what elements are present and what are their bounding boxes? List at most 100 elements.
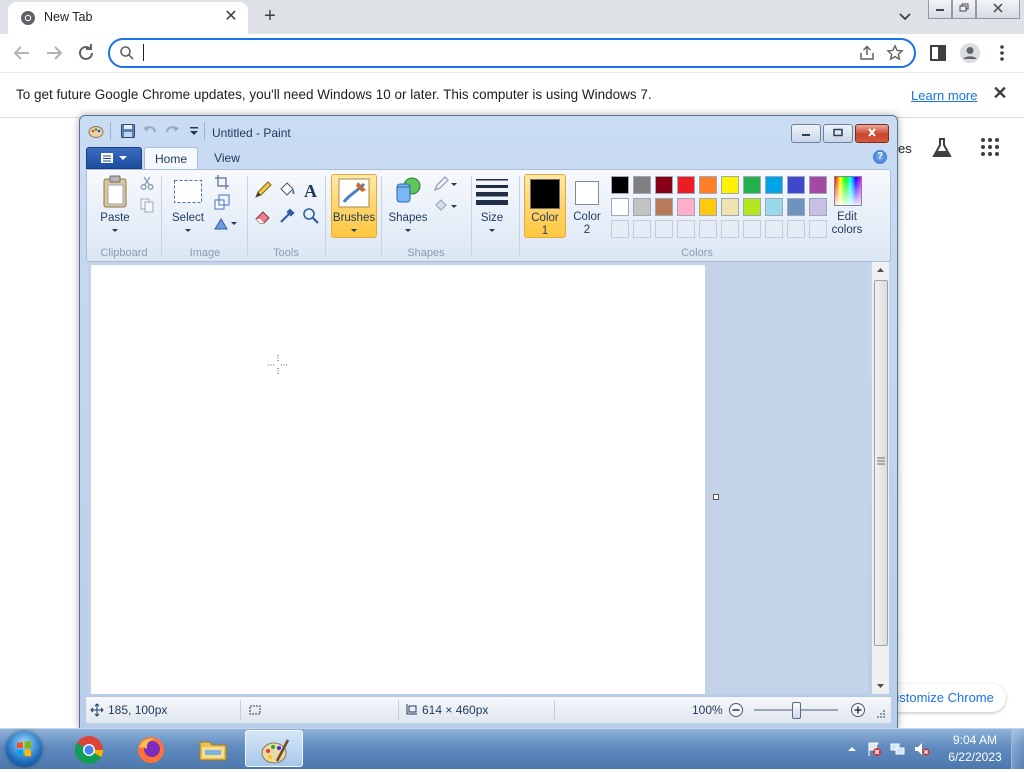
pencil-icon[interactable] <box>253 180 273 200</box>
color-swatch[interactable] <box>765 198 783 216</box>
taskbar-paint[interactable] <box>245 730 303 767</box>
shapes-dropdown-icon[interactable] <box>405 229 411 232</box>
shapes-icon[interactable] <box>393 176 423 206</box>
resize-icon[interactable] <box>214 194 230 210</box>
paint-minimize-button[interactable] <box>791 124 821 143</box>
color-picker-icon[interactable] <box>277 206 297 226</box>
brushes-button[interactable]: Brushes <box>331 174 377 238</box>
color-swatch[interactable] <box>809 198 827 216</box>
color2-button[interactable]: Color 2 <box>567 174 607 236</box>
minimize-window-button[interactable] <box>928 0 952 19</box>
infobar-close-icon[interactable]: ✕ <box>991 84 1009 102</box>
canvas-resize-handle[interactable] <box>713 494 719 500</box>
edit-colors-button[interactable]: Edit colors <box>827 174 871 236</box>
custom-color-swatch[interactable] <box>677 220 695 238</box>
color-swatch[interactable] <box>787 198 805 216</box>
color-swatch[interactable] <box>809 176 827 194</box>
color-swatch[interactable] <box>721 198 739 216</box>
color-swatch[interactable] <box>721 176 739 194</box>
tab-new-tab[interactable]: New Tab ✕ <box>8 2 248 34</box>
action-center-flag-icon[interactable] <box>866 741 882 757</box>
undo-icon[interactable] <box>142 123 158 139</box>
tab-view[interactable]: View <box>204 147 250 169</box>
restore-window-button[interactable] <box>952 0 976 19</box>
custom-color-swatch[interactable] <box>611 220 629 238</box>
scrollbar-thumb[interactable] <box>874 280 888 646</box>
vertical-scrollbar[interactable] <box>872 262 889 694</box>
paste-icon[interactable] <box>101 175 129 209</box>
magnifier-icon[interactable] <box>301 206 321 226</box>
custom-color-swatch[interactable] <box>809 220 827 238</box>
custom-color-swatch[interactable] <box>721 220 739 238</box>
color-swatch[interactable] <box>655 176 673 194</box>
apps-grid-icon[interactable] <box>980 137 1000 157</box>
paint-app-icon[interactable] <box>88 123 104 139</box>
custom-color-swatch[interactable] <box>633 220 651 238</box>
crop-icon[interactable] <box>214 174 230 190</box>
omnibox[interactable] <box>108 38 916 68</box>
rotate-icon[interactable] <box>213 215 229 231</box>
labs-flask-icon[interactable] <box>930 136 954 160</box>
show-hidden-icons-icon[interactable] <box>844 741 860 757</box>
save-icon[interactable] <box>120 123 136 139</box>
taskbar-firefox[interactable] <box>122 730 180 767</box>
color-swatch[interactable] <box>677 198 695 216</box>
scroll-up-icon[interactable] <box>876 266 885 274</box>
rotate-dropdown-icon[interactable] <box>231 222 237 225</box>
tab-close-icon[interactable]: ✕ <box>222 8 240 26</box>
select-button[interactable]: Select <box>167 212 209 224</box>
color-swatch[interactable] <box>743 176 761 194</box>
help-icon[interactable]: ? <box>873 150 887 164</box>
color-swatch[interactable] <box>699 198 717 216</box>
resize-grip-icon[interactable] <box>876 709 886 719</box>
share-icon[interactable] <box>858 44 876 62</box>
ntp-link-fragment[interactable]: es <box>898 141 912 156</box>
color-swatch[interactable] <box>743 198 761 216</box>
customize-chrome-button[interactable]: ustomize Chrome <box>880 684 1006 712</box>
new-tab-button[interactable]: + <box>258 6 282 28</box>
paste-button[interactable]: Paste <box>95 212 135 224</box>
clock-date[interactable]: 6/22/2023 <box>942 750 1008 764</box>
outline-icon[interactable] <box>433 176 449 192</box>
zoom-out-icon[interactable] <box>728 702 744 718</box>
start-button[interactable] <box>6 731 42 767</box>
fill-dropdown-icon[interactable] <box>451 205 457 208</box>
redo-icon[interactable] <box>164 123 180 139</box>
drawing-canvas[interactable] <box>91 265 705 694</box>
color-swatch[interactable] <box>787 176 805 194</box>
taskbar-chrome[interactable] <box>60 730 118 767</box>
more-menu-icon[interactable] <box>990 41 1014 65</box>
show-desktop-button[interactable] <box>1011 729 1024 769</box>
paint-maximize-button[interactable] <box>823 124 853 143</box>
close-window-button[interactable] <box>976 0 1020 19</box>
scroll-down-icon[interactable] <box>876 682 885 690</box>
paint-menu-button[interactable] <box>86 147 142 169</box>
learn-more-link[interactable]: Learn more <box>911 88 977 103</box>
copy-icon[interactable] <box>139 197 155 213</box>
tab-home[interactable]: Home <box>144 147 198 170</box>
forward-arrow-icon[interactable] <box>42 41 66 65</box>
color-swatch[interactable] <box>611 198 629 216</box>
back-arrow-icon[interactable] <box>10 41 34 65</box>
paint-titlebar[interactable]: Untitled - Paint <box>80 116 897 146</box>
color-swatch[interactable] <box>633 176 651 194</box>
cut-icon[interactable] <box>139 175 155 191</box>
color-swatch[interactable] <box>699 176 717 194</box>
bookmark-star-icon[interactable] <box>886 44 904 62</box>
clock-time[interactable]: 9:04 AM <box>948 733 1002 747</box>
color-swatch[interactable] <box>611 176 629 194</box>
side-panel-icon[interactable] <box>926 41 950 65</box>
paint-close-button[interactable] <box>855 124 889 143</box>
color-swatch[interactable] <box>655 198 673 216</box>
color-swatch[interactable] <box>633 198 651 216</box>
color-swatch[interactable] <box>677 176 695 194</box>
customize-qat-icon[interactable] <box>186 123 202 139</box>
network-icon[interactable] <box>890 741 906 757</box>
custom-color-swatch[interactable] <box>699 220 717 238</box>
outline-dropdown-icon[interactable] <box>451 183 457 186</box>
reload-icon[interactable] <box>74 41 98 65</box>
select-icon[interactable] <box>173 179 203 205</box>
chevron-down-icon[interactable] <box>895 8 915 26</box>
taskbar-file-explorer[interactable] <box>184 730 242 767</box>
profile-avatar-icon[interactable] <box>958 41 982 65</box>
